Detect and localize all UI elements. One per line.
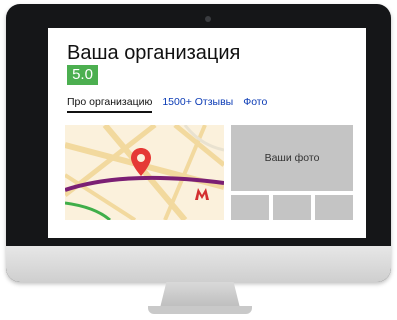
photo-thumbnail[interactable]	[273, 195, 311, 220]
photos-label: Ваши фото	[264, 152, 320, 164]
tab-about[interactable]: Про организацию	[67, 96, 153, 113]
monitor-stand	[160, 282, 240, 308]
photo-thumbnail[interactable]	[315, 195, 353, 220]
monitor-base	[148, 306, 252, 314]
map-pin-icon[interactable]	[130, 147, 152, 177]
monitor: Ваша организация 5.0 Про организацию 150…	[6, 4, 391, 282]
rating-badge: 5.0	[67, 65, 98, 85]
screen: Ваша организация 5.0 Про организацию 150…	[48, 28, 366, 238]
map[interactable]	[65, 125, 224, 220]
main-photo[interactable]: Ваши фото	[231, 125, 353, 191]
organization-title: Ваша организация	[67, 42, 241, 64]
tab-bar: Про организацию 1500+ Отзывы Фото	[67, 96, 267, 113]
tab-photos[interactable]: Фото	[243, 96, 267, 113]
photos-block: Ваши фото	[231, 125, 353, 220]
photo-thumbnail[interactable]	[231, 195, 269, 220]
monitor-chin	[6, 246, 391, 282]
tab-reviews[interactable]: 1500+ Отзывы	[162, 96, 233, 113]
metro-icon	[195, 188, 209, 200]
camera-dot	[205, 16, 211, 22]
